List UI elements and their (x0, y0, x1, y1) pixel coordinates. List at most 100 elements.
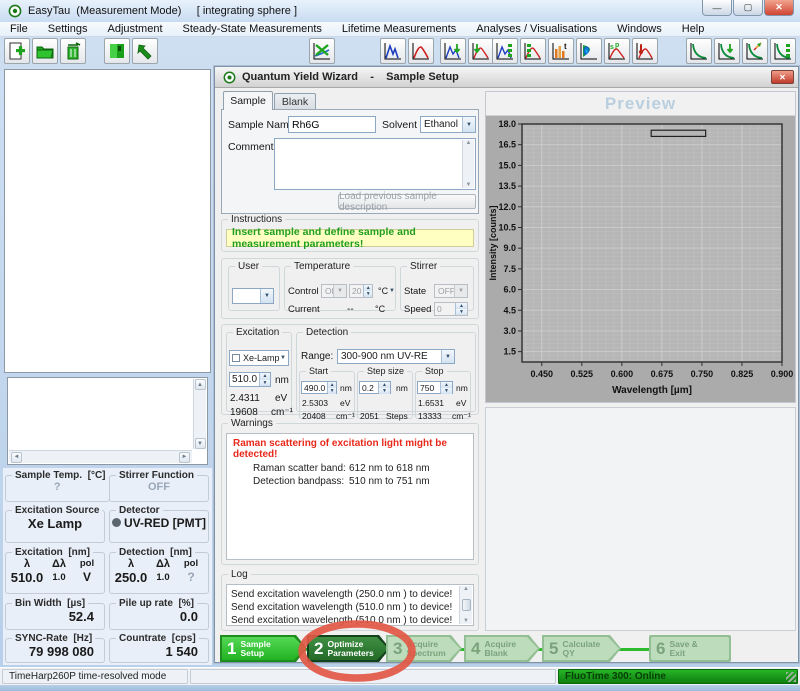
menu-lifetime[interactable]: Lifetime Measurements (332, 23, 466, 35)
dialog-titlebar[interactable]: Quantum Yield Wizard - Sample Setup ✕ (215, 67, 798, 88)
tab-blank[interactable]: Blank (274, 93, 316, 109)
temp-unit-dropdown[interactable]: °C▼ (375, 284, 395, 298)
wizard-step-acquire-spectrum[interactable]: 3 AcquireSpectrum (386, 635, 462, 662)
histogram-time-icon[interactable]: t (548, 38, 574, 64)
chevron-down-icon[interactable]: ▼ (280, 355, 286, 361)
scroll-up-icon[interactable]: ▲ (466, 140, 472, 146)
spectrum-red-emission-icon[interactable] (468, 38, 494, 64)
stirrer-state-dropdown[interactable]: OFF▼ (434, 284, 468, 298)
delete-icon[interactable] (60, 38, 86, 64)
spectrum-red-icon[interactable] (408, 38, 434, 64)
scroll-down-icon[interactable]: ▼ (466, 182, 472, 188)
new-measurement-icon[interactable] (4, 38, 30, 64)
menu-file[interactable]: File (0, 23, 38, 35)
decay-icon[interactable] (686, 38, 712, 64)
chevron-down-icon[interactable]: ▼ (260, 289, 273, 303)
sample-name-input[interactable] (288, 116, 376, 133)
svg-text:s: s (610, 44, 614, 51)
tab-sample[interactable]: Sample (223, 91, 273, 110)
scroll-down-icon[interactable]: ▼ (463, 618, 469, 624)
comment-textarea[interactable]: ▲ ▼ (274, 138, 476, 190)
comment-scrollbar[interactable]: ▲ ▼ (462, 140, 474, 188)
menu-help[interactable]: Help (672, 23, 715, 35)
menu-windows[interactable]: Windows (607, 23, 672, 35)
temp-control-dropdown[interactable]: OFF▼ (321, 284, 347, 298)
step-number: 4 (471, 639, 480, 659)
svg-text:15.0: 15.0 (498, 160, 516, 170)
log-label: Log (228, 569, 251, 580)
spectrum-blue-excitation-icon[interactable] (440, 38, 466, 64)
spin-down-icon[interactable]: ▼ (260, 380, 270, 387)
stirrer-function-label: Stirrer Function (116, 470, 197, 481)
menu-adjustment[interactable]: Adjustment (97, 23, 172, 35)
measurement-display (4, 69, 211, 373)
statusbar-device-online: FluoTime 300: Online (558, 669, 798, 684)
spectrum-temperature-icon[interactable] (632, 38, 658, 64)
message-hscrollbar[interactable]: ◄ ► (9, 450, 192, 463)
setup-spectrometer-icon[interactable] (309, 38, 335, 64)
chevron-down-icon[interactable]: ▼ (333, 285, 346, 297)
sample-temp-label: Sample Temp. [°C] (12, 470, 109, 481)
dialog-close-icon[interactable]: ✕ (771, 70, 794, 84)
wizard-step-optimize-parameters[interactable]: 2 OptimizeParameters (307, 635, 390, 662)
stirrer-speed-value: 0 (435, 303, 455, 315)
wizard-step-save-exit[interactable]: 6 Save &Exit (649, 635, 731, 662)
menu-steady-state[interactable]: Steady-State Measurements (173, 23, 332, 35)
spectrum-anisotropy-icon[interactable]: sp (604, 38, 630, 64)
menu-analyses[interactable]: Analyses / Visualisations (466, 23, 607, 35)
xe-lamp-checkbox[interactable] (232, 354, 240, 362)
wizard-step-calculate-qy[interactable]: 5 CalculateQY (542, 635, 621, 662)
save-icon[interactable] (104, 38, 130, 64)
decay-series-icon[interactable] (770, 38, 796, 64)
scroll-down-icon[interactable]: ▼ (195, 438, 206, 449)
menu-settings[interactable]: Settings (38, 23, 98, 35)
load-previous-sample-button[interactable]: Load previous sample description (338, 194, 476, 209)
solvent-dropdown[interactable]: Ethanol▼ (420, 116, 476, 133)
excitation-detection-group: Excitation Xe-Lamp ▼ 510.0 ▲▼ nm 2.4311 … (221, 324, 479, 415)
spin-down-icon[interactable]: ▼ (364, 291, 372, 297)
wizard-step-sample-setup[interactable]: 1 SampleSetup (220, 635, 307, 662)
decay-tres-icon[interactable] (742, 38, 768, 64)
resize-grip[interactable] (786, 672, 796, 682)
pointer-icon[interactable] (132, 38, 158, 64)
spectrum-red-series-icon[interactable] (520, 38, 546, 64)
tres-plot-icon[interactable] (576, 38, 602, 64)
scroll-up-icon[interactable]: ▲ (463, 586, 469, 592)
excitation-wavelength-spinner[interactable]: 510.0 ▲▼ (229, 372, 271, 387)
excitation-source-dropdown[interactable]: Xe-Lamp ▼ (229, 350, 289, 366)
titlebar: EasyTau (Measurement Mode) [ integrating… (0, 0, 800, 22)
chevron-down-icon[interactable]: ▼ (462, 117, 475, 132)
scrollbar-thumb[interactable] (462, 599, 471, 611)
log-scrollbar[interactable]: ▲ ▼ (459, 586, 472, 624)
spin-down-icon[interactable]: ▼ (379, 388, 390, 394)
decay-optimize-icon[interactable] (714, 38, 740, 64)
spin-down-icon[interactable]: ▼ (441, 388, 452, 394)
message-vscrollbar[interactable]: ▲ ▼ (193, 379, 206, 449)
detection-delta-value: 1.0 (148, 572, 178, 583)
state-label: State (404, 286, 426, 297)
spectrum-blue-series-icon[interactable] (492, 38, 518, 64)
maximize-button[interactable]: ▢ (733, 0, 763, 16)
stop-spinner[interactable]: 750 ▲▼ (417, 381, 453, 394)
spin-down-icon[interactable]: ▼ (456, 309, 467, 315)
open-icon[interactable] (32, 38, 58, 64)
chevron-down-icon[interactable]: ▼ (441, 350, 454, 363)
chevron-down-icon[interactable]: ▼ (454, 285, 467, 297)
stirrer-speed-spinner[interactable]: 0 ▲▼ (434, 302, 468, 316)
detection-range-dropdown[interactable]: 300-900 nm UV-RE▼ (337, 349, 455, 364)
temp-setpoint-spinner[interactable]: 20 ▲▼ (349, 284, 373, 298)
message-area: ▲ ▼ ◄ ► (7, 377, 208, 465)
close-button[interactable]: ✕ (764, 0, 794, 16)
start-spinner[interactable]: 490.0 ▲▼ (301, 381, 337, 394)
scroll-up-icon[interactable]: ▲ (195, 379, 206, 390)
minimize-button[interactable]: — (702, 0, 732, 16)
spin-down-icon[interactable]: ▼ (328, 388, 336, 394)
scroll-left-icon[interactable]: ◄ (11, 452, 22, 463)
detection-stop-group: Stop 750 ▲▼ nm 1.6531 eV 13333 cm⁻¹ (415, 366, 471, 419)
step-spinner[interactable]: 0.2 ▲▼ (359, 381, 391, 394)
wizard-step-acquire-blank[interactable]: 4 AcquireBlank (464, 635, 540, 662)
spectrum-blue-icon[interactable] (380, 38, 406, 64)
scroll-right-icon[interactable]: ► (179, 452, 190, 463)
svg-text:9.0: 9.0 (503, 243, 516, 253)
user-dropdown[interactable]: ▼ (232, 288, 274, 304)
